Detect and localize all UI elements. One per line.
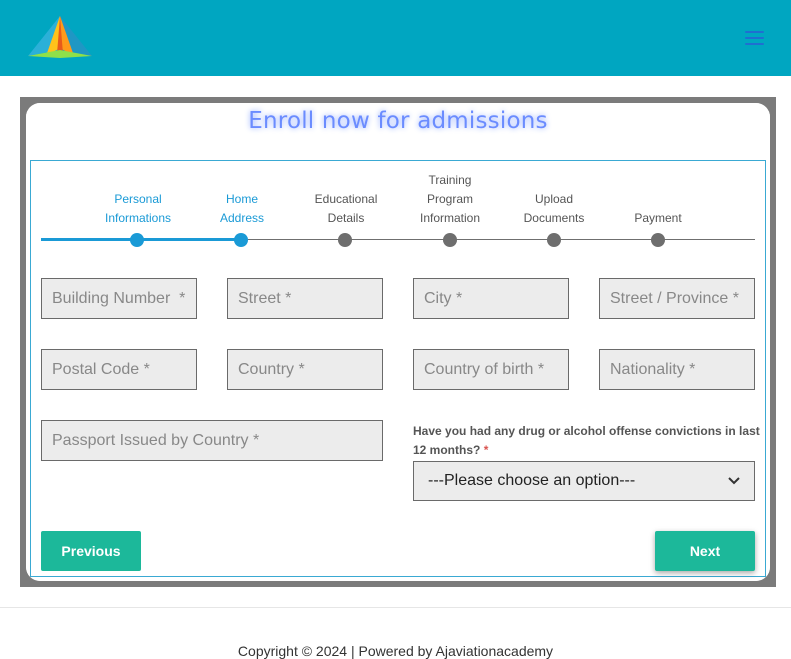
step-label-line: Program xyxy=(426,192,473,206)
step-dot-payment xyxy=(651,233,665,247)
step-personal-informations: Personal Informations xyxy=(83,190,193,228)
step-label-line: Educational xyxy=(314,192,378,206)
step-label-line: Upload xyxy=(534,192,574,206)
step-upload-documents: Upload Documents xyxy=(499,190,609,228)
step-dot-upload xyxy=(547,233,561,247)
select-value: ---Please choose an option--- xyxy=(428,472,636,489)
step-home-address: Home Address xyxy=(187,190,297,228)
building-number-input[interactable] xyxy=(41,278,197,319)
site-header xyxy=(0,0,791,76)
step-dot-personal xyxy=(130,233,144,247)
drug-offense-select[interactable]: ---Please choose an option--- xyxy=(413,461,755,501)
step-label-line: Address xyxy=(219,211,265,225)
step-educational-details: Educational Details xyxy=(291,190,401,228)
question-text: Have you had any drug or alcohol offense… xyxy=(413,424,760,457)
chevron-down-icon xyxy=(728,477,740,485)
step-dot-home-address xyxy=(234,233,248,247)
step-dot-educational xyxy=(338,233,352,247)
step-dot-training xyxy=(443,233,457,247)
passport-issued-country-input[interactable] xyxy=(41,420,383,461)
step-label-line: Home xyxy=(225,192,258,206)
step-label-line: Personal xyxy=(114,192,162,206)
previous-button[interactable]: Previous xyxy=(41,531,141,571)
footer-copyright: Copyright © 2024 | Powered by Ajaviation… xyxy=(237,643,554,659)
step-payment: Payment xyxy=(603,209,713,228)
required-mark: * xyxy=(483,443,489,457)
country-of-birth-input[interactable] xyxy=(413,349,569,390)
hamburger-menu-icon[interactable] xyxy=(745,31,765,45)
step-label-line: Informations xyxy=(104,211,172,225)
drug-offense-question-label: Have you had any drug or alcohol offense… xyxy=(413,422,763,460)
step-label-line: Payment xyxy=(634,211,682,225)
country-input[interactable] xyxy=(227,349,383,390)
paper-plane-logo-icon[interactable] xyxy=(24,14,96,60)
postal-code-input[interactable] xyxy=(41,349,197,390)
street-input[interactable] xyxy=(227,278,383,319)
step-training-program-information: Training Program Information xyxy=(395,171,505,228)
footer-divider xyxy=(0,607,791,608)
street-province-input[interactable] xyxy=(599,278,755,319)
next-button[interactable]: Next xyxy=(655,531,755,571)
step-label-line: Training xyxy=(428,173,472,187)
page-title: Enroll now for admissions xyxy=(248,108,548,134)
city-input[interactable] xyxy=(413,278,569,319)
step-label-line: Documents xyxy=(523,211,585,225)
step-label-line: Details xyxy=(327,211,365,225)
nationality-input[interactable] xyxy=(599,349,755,390)
step-label-line: Information xyxy=(419,211,481,225)
